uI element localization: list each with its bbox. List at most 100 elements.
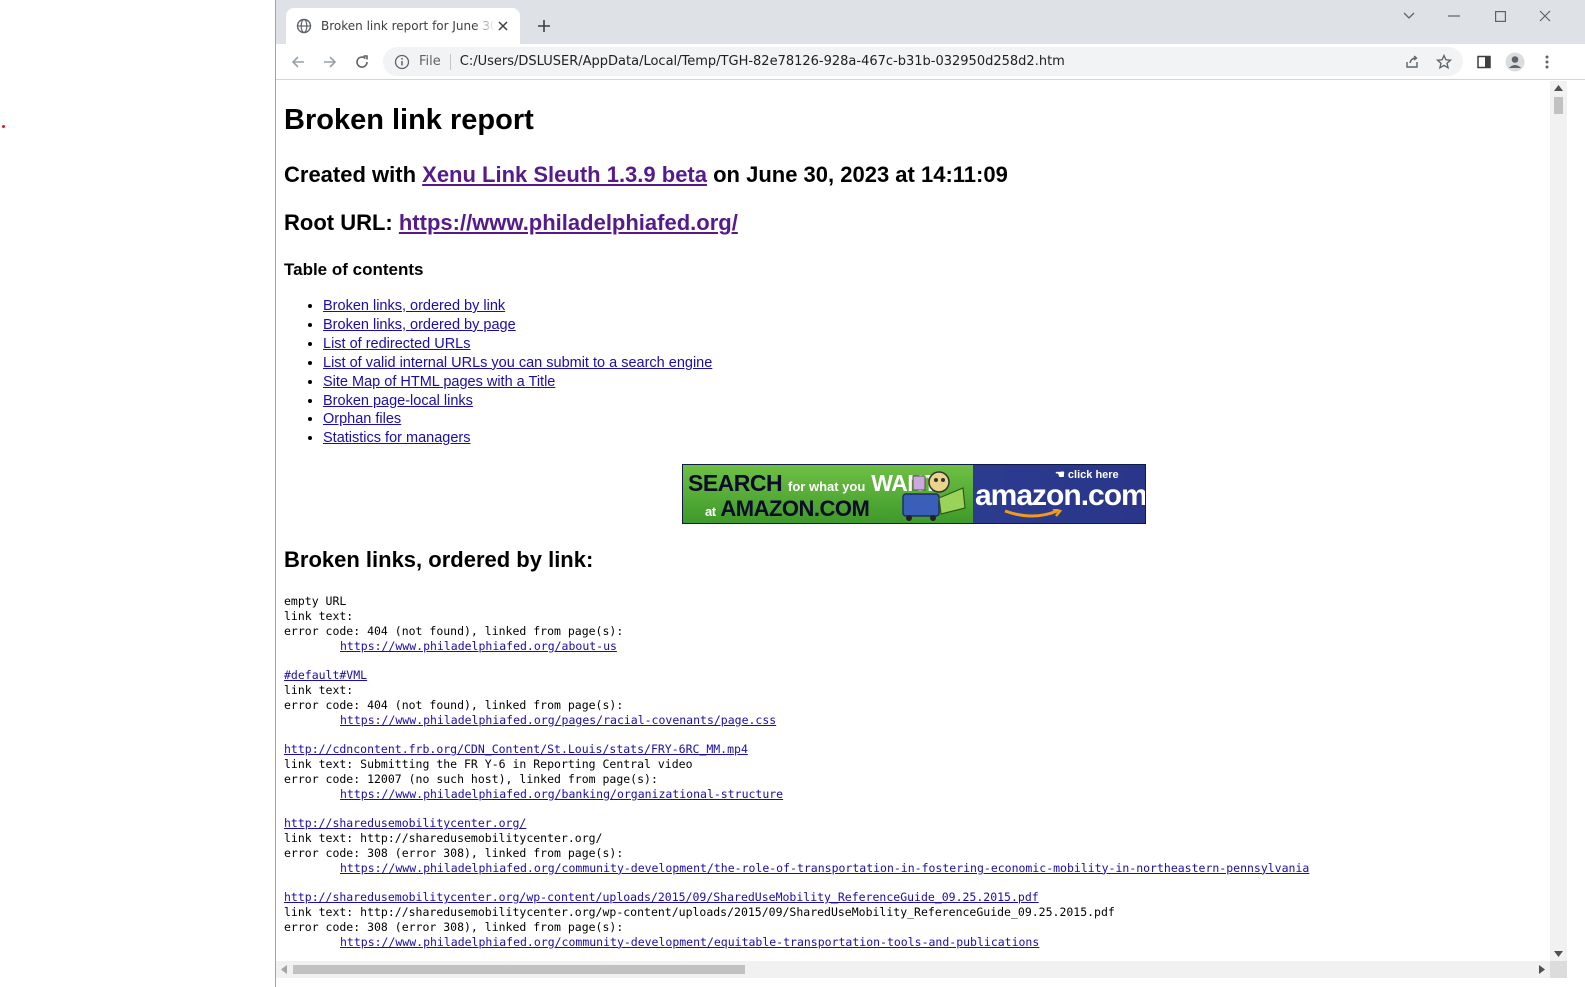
- horizontal-scroll-thumb[interactable]: [293, 965, 745, 974]
- entry-referrer-link[interactable]: https://www.philadelphiafed.org/pages/ra…: [340, 713, 776, 727]
- banner-line-2: at AMAZON.COM: [705, 496, 870, 522]
- toc-item: List of redirected URLs: [323, 335, 1542, 354]
- toc-item: Broken page-local links: [323, 392, 1542, 411]
- entry-referrer-link[interactable]: https://www.philadelphiafed.org/communit…: [340, 861, 1309, 875]
- toolbar: File C:/Users/DSLUSER/AppData/Local/Temp…: [276, 44, 1585, 80]
- browser-window: Broken link report for June 30, 2023: [275, 0, 1585, 987]
- share-button[interactable]: [1401, 51, 1423, 73]
- toc-item: Site Map of HTML pages with a Title: [323, 373, 1542, 392]
- toc-link-valid-internal[interactable]: List of valid internal URLs you can subm…: [323, 355, 712, 371]
- forward-arrow-icon: [324, 56, 337, 68]
- address-url[interactable]: C:/Users/DSLUSER/AppData/Local/Temp/TGH-…: [460, 54, 1065, 69]
- broken-link-entry: http://cdncontent.frb.org/CDN_Content/St…: [284, 742, 1542, 801]
- menu-button[interactable]: [1536, 51, 1558, 73]
- toc-link-page-local[interactable]: Broken page-local links: [323, 393, 473, 409]
- entry-url-link[interactable]: #default#VML: [284, 668, 367, 682]
- scrollbar-corner: [1550, 961, 1567, 978]
- maximize-button[interactable]: [1488, 6, 1512, 26]
- xenu-link[interactable]: Xenu Link Sleuth 1.3.9 beta: [422, 162, 707, 187]
- close-window-icon: [1539, 10, 1551, 22]
- entry-url-link[interactable]: http://sharedusemobilitycenter.org/: [284, 816, 526, 830]
- chevron-down-icon: [1403, 12, 1415, 19]
- scroll-up-icon[interactable]: [1554, 85, 1563, 91]
- toc-item: Statistics for managers: [323, 429, 1542, 448]
- root-url-link[interactable]: https://www.philadelphiafed.org/: [399, 210, 738, 235]
- toc-item: Broken links, ordered by link: [323, 297, 1542, 316]
- close-icon[interactable]: [495, 18, 510, 34]
- minimize-icon: [1448, 15, 1460, 17]
- entry-referrer: https://www.philadelphiafed.org/about-us: [284, 639, 1542, 654]
- scroll-down-icon[interactable]: [1554, 951, 1563, 957]
- entry-error: error code: 404 (not found), linked from…: [284, 697, 624, 712]
- close-window-button[interactable]: [1533, 6, 1557, 26]
- side-panel-icon: [1477, 55, 1491, 69]
- broken-link-entry: #default#VML link text: error code: 404 …: [284, 668, 1542, 727]
- banner-at: at: [705, 504, 716, 520]
- star-icon: [1436, 54, 1452, 70]
- plus-icon: [538, 20, 550, 32]
- toc-heading: Table of contents: [284, 260, 424, 279]
- created-prefix: Created with: [284, 162, 423, 187]
- entry-url-link[interactable]: http://cdncontent.frb.org/CDN_Content/St…: [284, 742, 748, 756]
- entry-referrer-link[interactable]: https://www.philadelphiafed.org/banking/…: [340, 787, 783, 801]
- toc-link-redirected[interactable]: List of redirected URLs: [323, 336, 470, 352]
- amazon-banner[interactable]: SEARCH for what you WANT at AMAZON.COM ☚…: [682, 464, 1146, 525]
- toc-list: Broken links, ordered by link Broken lin…: [284, 297, 1542, 448]
- tab-search-button[interactable]: [1397, 6, 1421, 26]
- maximize-icon: [1494, 10, 1506, 22]
- entry-error: error code: 12007 (no such host), linked…: [284, 771, 658, 786]
- shopping-mascot-icon: [902, 471, 966, 522]
- entry-link-text: link text: http://sharedusemobilitycente…: [284, 831, 603, 845]
- page-title: Broken link report: [284, 104, 534, 136]
- created-heading: Created with Xenu Link Sleuth 1.3.9 beta…: [284, 161, 1542, 189]
- root-url-label: Root URL:: [284, 210, 399, 235]
- address-bar[interactable]: File C:/Users/DSLUSER/AppData/Local/Temp…: [383, 47, 1463, 76]
- entry-referrer: https://www.philadelphiafed.org/pages/ra…: [284, 713, 1542, 728]
- horizontal-scrollbar[interactable]: [276, 961, 1550, 978]
- side-panel-button[interactable]: [1473, 51, 1495, 73]
- toc-item: Broken links, ordered by page: [323, 316, 1542, 335]
- created-suffix: on June 30, 2023 at 14:11:09: [707, 162, 1008, 187]
- entry-error: error code: 308 (error 308), linked from…: [284, 845, 624, 860]
- bookmark-button[interactable]: [1433, 51, 1455, 73]
- toc-link-broken-by-page[interactable]: Broken links, ordered by page: [323, 317, 516, 333]
- toc-link-site-map[interactable]: Site Map of HTML pages with a Title: [323, 374, 555, 390]
- reload-icon: [356, 55, 368, 68]
- avatar-icon: [1505, 52, 1525, 72]
- banner-amazon-caps: AMAZON.COM: [720, 496, 870, 522]
- toc-link-broken-by-link[interactable]: Broken links, ordered by link: [323, 298, 505, 314]
- entry-url: empty URL: [284, 594, 347, 609]
- info-icon[interactable]: [394, 54, 410, 70]
- minimize-button[interactable]: [1442, 6, 1466, 26]
- entry-link-text: link text: http://sharedusemobilitycente…: [284, 904, 1115, 919]
- broken-link-entry: http://sharedusemobilitycenter.org/wp-co…: [284, 890, 1542, 949]
- entry-url-link[interactable]: http://sharedusemobilitycenter.org/wp-co…: [284, 890, 1039, 904]
- root-url-heading: Root URL: https://www.philadelphiafed.or…: [284, 209, 1542, 237]
- vertical-scrollbar[interactable]: [1550, 81, 1567, 961]
- broken-link-entry: empty URL link text: error code: 404 (no…: [284, 594, 1542, 653]
- scroll-right-icon[interactable]: [1539, 965, 1545, 974]
- back-button[interactable]: [287, 51, 309, 73]
- globe-icon: [296, 18, 312, 34]
- toc-link-orphan[interactable]: Orphan files: [323, 411, 401, 427]
- vertical-scroll-thumb[interactable]: [1554, 97, 1563, 114]
- toc-link-statistics[interactable]: Statistics for managers: [323, 430, 470, 446]
- entry-referrer-link[interactable]: https://www.philadelphiafed.org/about-us: [340, 639, 617, 653]
- tab-title: Broken link report for June 30, 2023: [321, 19, 495, 33]
- banner-container: SEARCH for what you WANT at AMAZON.COM ☚…: [284, 464, 1542, 525]
- entry-error: error code: 404 (not found), linked from…: [284, 623, 624, 638]
- tab-active[interactable]: Broken link report for June 30, 2023: [286, 8, 520, 44]
- forward-button[interactable]: [319, 51, 341, 73]
- entry-url: http://cdncontent.frb.org/CDN_Content/St…: [284, 742, 1542, 757]
- banner-brand: amazon.com.: [975, 479, 1146, 513]
- entry-error: error code: 308 (error 308), linked from…: [284, 919, 624, 934]
- new-tab-button[interactable]: [535, 17, 553, 35]
- share-icon: [1406, 55, 1418, 68]
- profile-button[interactable]: [1504, 51, 1526, 73]
- banner-for-what: for what you: [788, 479, 866, 495]
- entry-link-text: link text:: [284, 609, 354, 624]
- entry-referrer-link[interactable]: https://www.philadelphiafed.org/communit…: [340, 935, 1039, 949]
- scroll-left-icon[interactable]: [281, 965, 287, 974]
- page-viewport: Broken link report Created with Xenu Lin…: [276, 81, 1550, 961]
- reload-button[interactable]: [351, 51, 373, 73]
